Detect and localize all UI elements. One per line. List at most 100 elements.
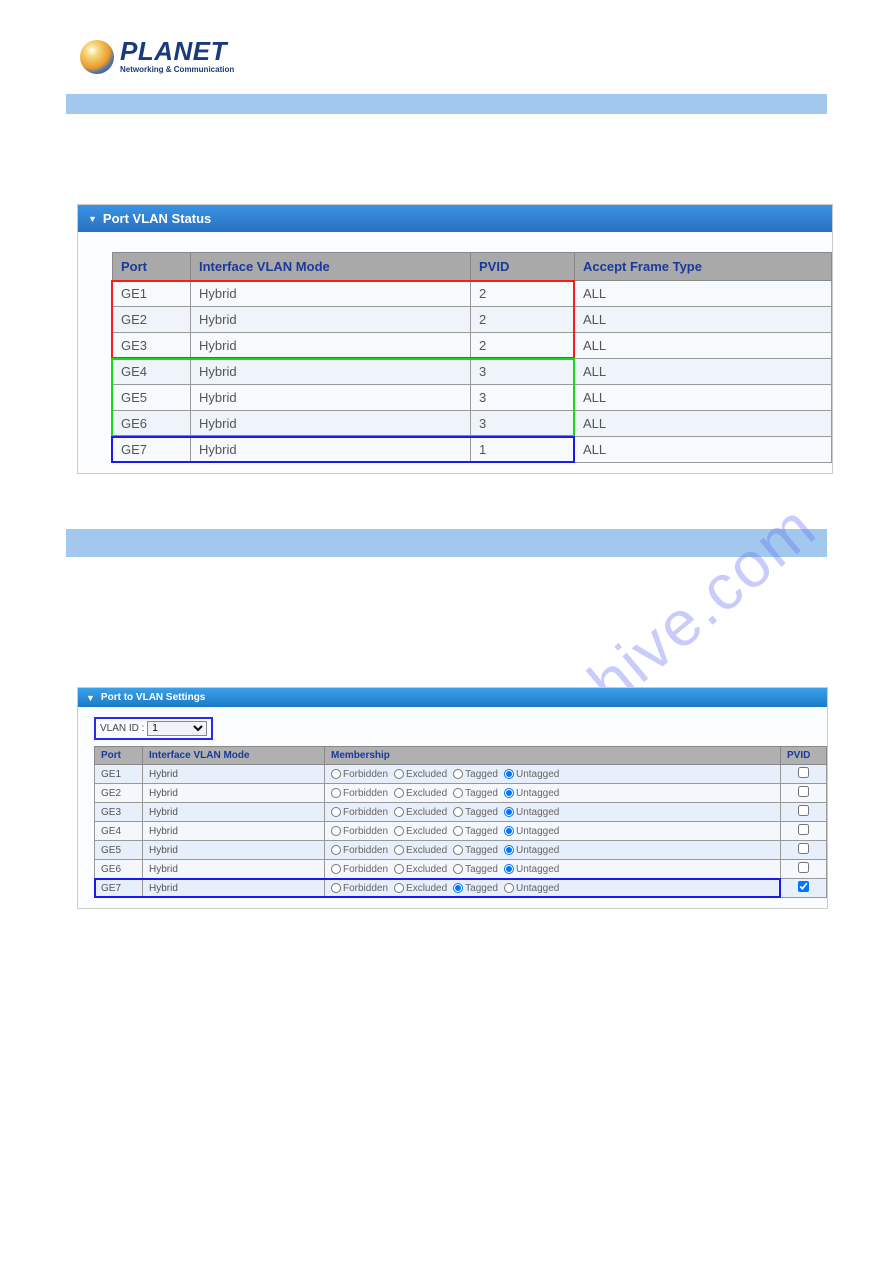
membership-radio[interactable] (331, 883, 341, 893)
panel1-header[interactable]: ▼ Port VLAN Status (78, 205, 832, 232)
membership-radio[interactable] (394, 788, 404, 798)
membership-untagged[interactable]: Untagged (504, 864, 559, 875)
pvid-checkbox[interactable] (798, 862, 809, 873)
port-to-vlan-settings-panel: ▼ Port to VLAN Settings VLAN ID : 1 Port… (77, 687, 828, 909)
membership-label: Forbidden (343, 864, 388, 875)
cell-port: GE7 (113, 437, 191, 463)
membership-untagged[interactable]: Untagged (504, 826, 559, 837)
membership-tagged[interactable]: Tagged (453, 826, 498, 837)
vlan-id-select[interactable]: 1 (147, 721, 207, 736)
collapse-icon: ▼ (86, 693, 95, 703)
membership-excluded[interactable]: Excluded (394, 769, 447, 780)
membership-forbidden[interactable]: Forbidden (331, 788, 388, 799)
membership-excluded[interactable]: Excluded (394, 883, 447, 894)
membership-radio[interactable] (504, 807, 514, 817)
membership-tagged[interactable]: Tagged (453, 788, 498, 799)
membership-radio[interactable] (453, 864, 463, 874)
membership-label: Untagged (516, 883, 559, 894)
membership-tagged[interactable]: Tagged (453, 864, 498, 875)
membership-label: Forbidden (343, 883, 388, 894)
cell-mode: Hybrid (191, 437, 471, 463)
membership-radio[interactable] (331, 807, 341, 817)
membership-radio[interactable] (504, 883, 514, 893)
membership-label: Forbidden (343, 788, 388, 799)
membership-label: Excluded (406, 826, 447, 837)
membership-radio[interactable] (504, 864, 514, 874)
table-row: GE3Hybrid2ALL (113, 333, 832, 359)
membership-radio[interactable] (394, 769, 404, 779)
membership-tagged[interactable]: Tagged (453, 845, 498, 856)
table-row: GE4HybridForbiddenExcludedTaggedUntagged (95, 822, 827, 841)
membership-tagged[interactable]: Tagged (453, 807, 498, 818)
membership-radio[interactable] (453, 788, 463, 798)
cell-mode: Hybrid (191, 281, 471, 307)
membership-label: Excluded (406, 845, 447, 856)
cell-aft: ALL (575, 359, 832, 385)
membership-radio[interactable] (504, 788, 514, 798)
membership-radio[interactable] (453, 807, 463, 817)
membership-excluded[interactable]: Excluded (394, 864, 447, 875)
pvid-checkbox[interactable] (798, 843, 809, 854)
membership-label: Untagged (516, 826, 559, 837)
membership-untagged[interactable]: Untagged (504, 807, 559, 818)
membership-radio[interactable] (453, 883, 463, 893)
membership-forbidden[interactable]: Forbidden (331, 845, 388, 856)
th-mode: Interface VLAN Mode (191, 253, 471, 281)
membership-radio[interactable] (394, 826, 404, 836)
cell-mode: Hybrid (143, 860, 325, 879)
cell-mode: Hybrid (191, 385, 471, 411)
cell-pvid: 2 (471, 307, 575, 333)
table-row: GE3HybridForbiddenExcludedTaggedUntagged (95, 803, 827, 822)
pvid-checkbox[interactable] (798, 824, 809, 835)
table-row: GE2HybridForbiddenExcludedTaggedUntagged (95, 784, 827, 803)
membership-forbidden[interactable]: Forbidden (331, 807, 388, 818)
membership-forbidden[interactable]: Forbidden (331, 826, 388, 837)
membership-tagged[interactable]: Tagged (453, 883, 498, 894)
port-vlan-status-panel: ▼ Port VLAN Status Port Interface VLAN M… (77, 204, 833, 474)
membership-excluded[interactable]: Excluded (394, 788, 447, 799)
s-th-mode: Interface VLAN Mode (143, 747, 325, 765)
cell-mode: Hybrid (143, 784, 325, 803)
panel2-header[interactable]: ▼ Port to VLAN Settings (78, 688, 827, 707)
membership-radio[interactable] (394, 864, 404, 874)
pvid-checkbox[interactable] (798, 767, 809, 778)
membership-radio[interactable] (504, 826, 514, 836)
membership-label: Tagged (465, 769, 498, 780)
membership-excluded[interactable]: Excluded (394, 826, 447, 837)
pvid-checkbox[interactable] (798, 805, 809, 816)
membership-radio[interactable] (331, 864, 341, 874)
cell-aft: ALL (575, 437, 832, 463)
membership-forbidden[interactable]: Forbidden (331, 883, 388, 894)
membership-radio[interactable] (331, 826, 341, 836)
cell-mode: Hybrid (143, 879, 325, 898)
membership-radio[interactable] (504, 769, 514, 779)
membership-radio[interactable] (453, 845, 463, 855)
membership-radio[interactable] (504, 845, 514, 855)
membership-radio[interactable] (331, 845, 341, 855)
membership-radio[interactable] (394, 845, 404, 855)
panel1-title: Port VLAN Status (103, 211, 211, 226)
pvid-checkbox[interactable] (798, 881, 809, 892)
membership-excluded[interactable]: Excluded (394, 807, 447, 818)
table-row: GE4Hybrid3ALL (113, 359, 832, 385)
membership-label: Untagged (516, 807, 559, 818)
membership-radio[interactable] (453, 826, 463, 836)
cell-pvid (781, 765, 827, 784)
membership-radio[interactable] (394, 883, 404, 893)
membership-radio[interactable] (453, 769, 463, 779)
membership-label: Forbidden (343, 826, 388, 837)
pvid-checkbox[interactable] (798, 786, 809, 797)
cell-aft: ALL (575, 333, 832, 359)
th-aft: Accept Frame Type (575, 253, 832, 281)
membership-untagged[interactable]: Untagged (504, 883, 559, 894)
membership-untagged[interactable]: Untagged (504, 845, 559, 856)
membership-radio[interactable] (331, 769, 341, 779)
membership-untagged[interactable]: Untagged (504, 769, 559, 780)
membership-radio[interactable] (331, 788, 341, 798)
membership-forbidden[interactable]: Forbidden (331, 864, 388, 875)
membership-excluded[interactable]: Excluded (394, 845, 447, 856)
membership-forbidden[interactable]: Forbidden (331, 769, 388, 780)
membership-untagged[interactable]: Untagged (504, 788, 559, 799)
membership-radio[interactable] (394, 807, 404, 817)
membership-tagged[interactable]: Tagged (453, 769, 498, 780)
